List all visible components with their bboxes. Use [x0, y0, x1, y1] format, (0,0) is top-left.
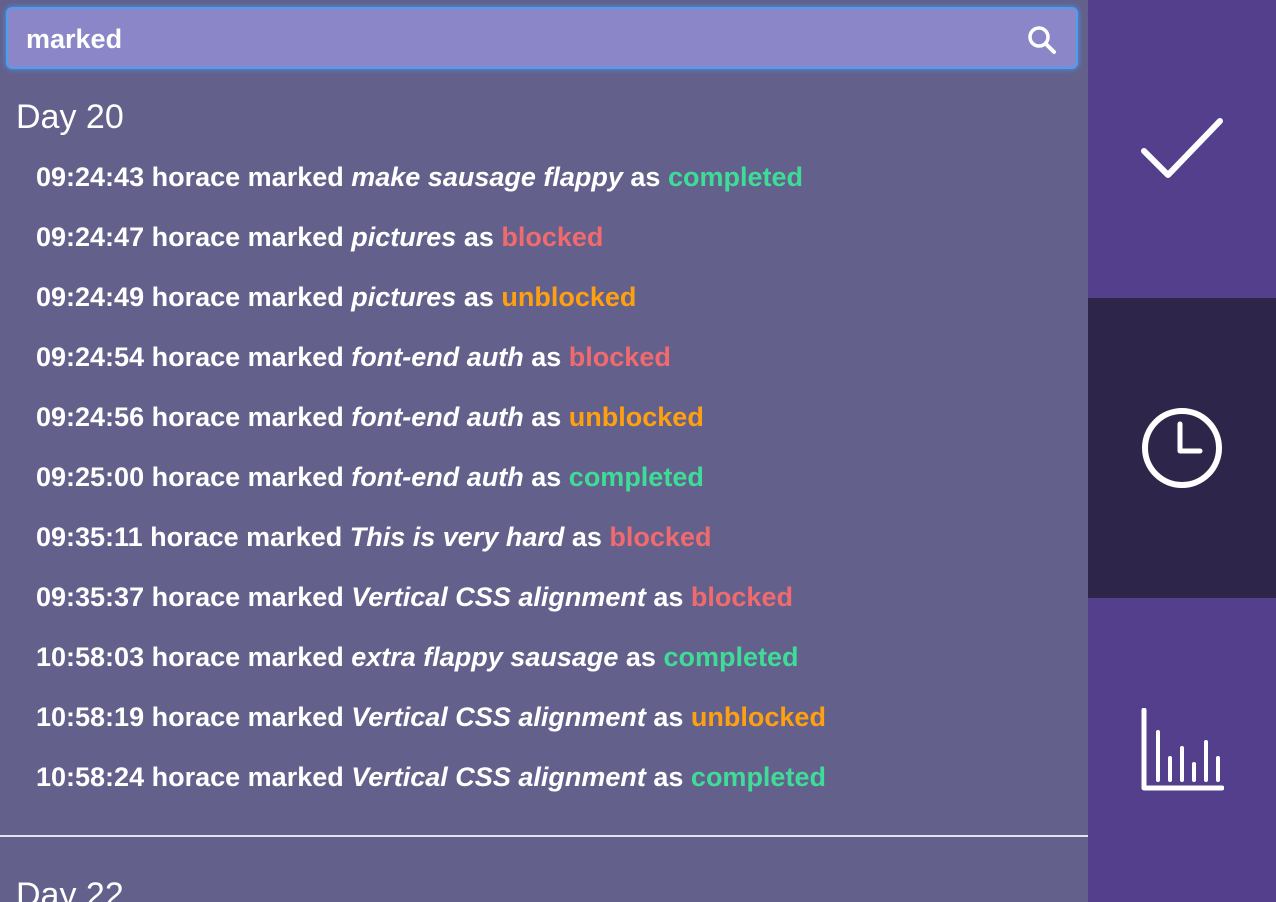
entry-task: font-end auth [351, 402, 524, 432]
entry-time: 09:24:54 [36, 342, 145, 372]
entry-status: completed [667, 162, 803, 192]
sidebar-item-history[interactable] [1088, 298, 1276, 598]
entry-status: blocked [609, 522, 712, 552]
log-entry: 09:24:43 horace marked make sausage flap… [36, 156, 826, 216]
day-heading: Day 20 [16, 98, 124, 136]
entry-as: as [571, 522, 602, 552]
entry-status: unblocked [568, 402, 704, 432]
entry-verb: marked [247, 642, 344, 672]
entry-as: as [653, 702, 684, 732]
entry-task: make sausage flappy [351, 162, 623, 192]
entry-task: pictures [351, 282, 457, 312]
entry-as: as [625, 642, 656, 672]
entry-task: Vertical CSS alignment [351, 762, 646, 792]
entry-verb: marked [247, 582, 344, 612]
log-entry: 09:35:37 horace marked Vertical CSS alig… [36, 576, 826, 636]
entry-verb: marked [247, 282, 344, 312]
entry-task: pictures [351, 222, 457, 252]
entry-time: 09:35:37 [36, 582, 145, 612]
entry-user: horace [151, 462, 241, 492]
clock-icon [1142, 408, 1222, 488]
entry-verb: marked [247, 222, 344, 252]
entry-status: unblocked [690, 702, 826, 732]
entry-as: as [531, 342, 562, 372]
log-entry: 09:24:56 horace marked font-end auth as … [36, 396, 826, 456]
entry-time: 09:24:43 [36, 162, 145, 192]
entry-user: horace [151, 342, 241, 372]
entry-task: extra flappy sausage [351, 642, 619, 672]
sidebar-item-stats[interactable] [1088, 598, 1276, 902]
entry-status: completed [690, 762, 826, 792]
entry-time: 09:35:11 [36, 522, 143, 552]
entry-time: 10:58:19 [36, 702, 145, 732]
entry-status: blocked [690, 582, 793, 612]
entry-user: horace [150, 522, 239, 552]
log-entry: 09:24:54 horace marked font-end auth as … [36, 336, 826, 396]
search-input[interactable] [26, 19, 1006, 59]
bar-chart-icon [1141, 708, 1224, 791]
entry-as: as [531, 402, 562, 432]
entry-user: horace [151, 642, 241, 672]
entry-as: as [653, 582, 684, 612]
log-entry: 09:25:00 horace marked font-end auth as … [36, 456, 826, 516]
entry-as: as [653, 762, 684, 792]
entry-status: completed [568, 462, 704, 492]
entry-as: as [630, 162, 661, 192]
entry-verb: marked [246, 522, 343, 552]
log-entry: 09:35:11 horace marked This is very hard… [36, 516, 826, 576]
checkmark-icon [1141, 118, 1223, 178]
entry-time: 09:24:56 [36, 402, 145, 432]
entry-task: Vertical CSS alignment [351, 582, 646, 612]
search-icon[interactable] [1026, 24, 1058, 56]
sidebar-item-tasks[interactable] [1088, 0, 1276, 298]
entry-user: horace [151, 762, 241, 792]
entry-status: blocked [568, 342, 671, 372]
entry-user: horace [151, 582, 241, 612]
history-panel: Day 20 09:24:43 horace marked make sausa… [0, 0, 1088, 902]
entry-verb: marked [247, 342, 344, 372]
entry-time: 09:24:47 [36, 222, 145, 252]
entry-time: 10:58:03 [36, 642, 145, 672]
entry-as: as [531, 462, 562, 492]
entry-time: 09:24:49 [36, 282, 145, 312]
log-entry: 10:58:19 horace marked Vertical CSS alig… [36, 696, 826, 756]
entry-user: horace [151, 222, 241, 252]
search-box[interactable] [6, 7, 1078, 69]
entry-time: 09:25:00 [36, 462, 145, 492]
entry-task: font-end auth [351, 342, 524, 372]
log-entry: 09:24:49 horace marked pictures as unblo… [36, 276, 826, 336]
entry-task: Vertical CSS alignment [351, 702, 646, 732]
entry-status: completed [663, 642, 799, 672]
log-entry: 10:58:03 horace marked extra flappy saus… [36, 636, 826, 696]
entry-user: horace [151, 162, 241, 192]
entry-as: as [463, 222, 494, 252]
entry-user: horace [151, 282, 241, 312]
sidebar [1088, 0, 1276, 902]
entry-status: unblocked [501, 282, 637, 312]
entry-user: horace [151, 402, 241, 432]
entry-time: 10:58:24 [36, 762, 145, 792]
entry-status: blocked [501, 222, 604, 252]
log-entry: 09:24:47 horace marked pictures as block… [36, 216, 826, 276]
entry-task: font-end auth [351, 462, 524, 492]
entry-user: horace [151, 702, 241, 732]
entry-as: as [463, 282, 494, 312]
entry-verb: marked [247, 702, 344, 732]
activity-log: 09:24:43 horace marked make sausage flap… [36, 156, 826, 816]
entry-task: This is very hard [349, 522, 565, 552]
day-heading: Day 22 [16, 876, 124, 902]
entry-verb: marked [247, 462, 344, 492]
log-entry: 10:58:24 horace marked Vertical CSS alig… [36, 756, 826, 816]
entry-verb: marked [247, 162, 344, 192]
entry-verb: marked [247, 402, 344, 432]
entry-verb: marked [247, 762, 344, 792]
day-divider [0, 835, 1088, 837]
